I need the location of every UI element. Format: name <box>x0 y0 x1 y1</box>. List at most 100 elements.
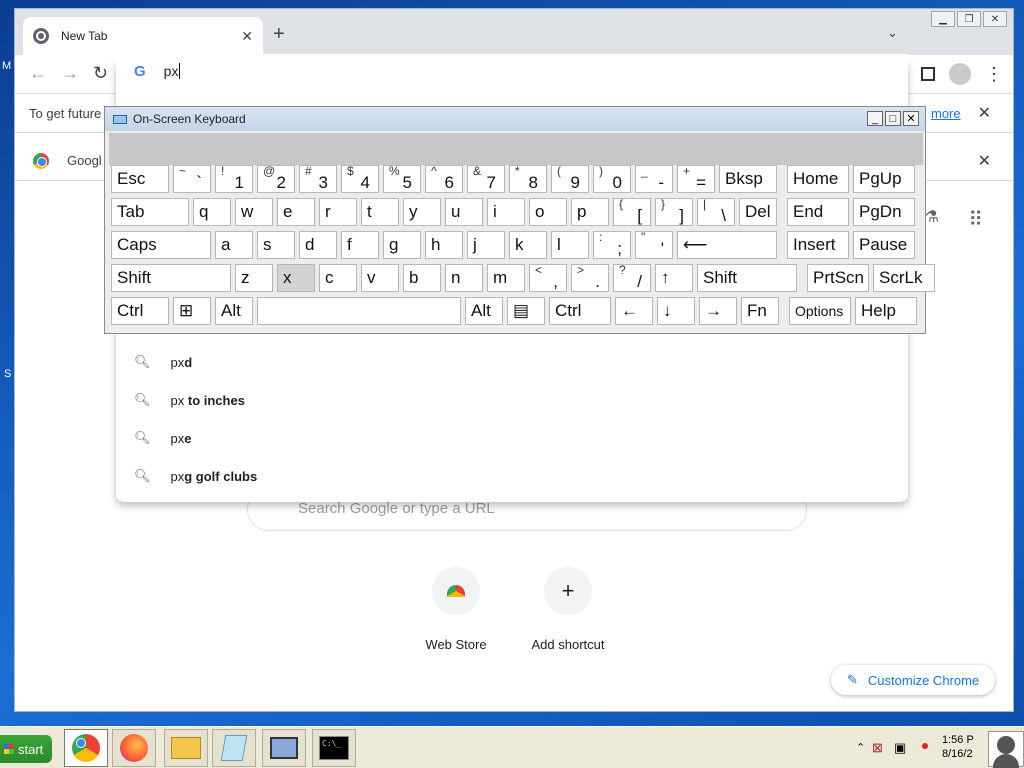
key-b[interactable]: b <box>403 264 441 292</box>
key-4[interactable]: $4 <box>341 164 379 193</box>
infobar-close-icon[interactable]: ✕ <box>978 103 991 123</box>
shortcut-web-store[interactable]: Web Store <box>411 567 501 652</box>
key-1[interactable]: ! 1 <box>215 164 253 193</box>
bookmark-bar-close-icon[interactable]: ✕ <box>978 151 991 171</box>
key-symbol[interactable]: " ' <box>635 230 673 259</box>
key-end[interactable]: End <box>787 198 849 226</box>
alert-icon[interactable] <box>922 743 928 749</box>
key-c[interactable]: c <box>319 264 357 292</box>
close-window-button[interactable]: ✕ <box>983 11 1007 27</box>
key-symbol[interactable]: {[ <box>613 197 651 226</box>
key-bksp[interactable]: Bksp <box>719 165 777 193</box>
key-r[interactable]: r <box>319 198 357 226</box>
key-options[interactable]: Options <box>789 297 851 325</box>
key-alt[interactable]: Alt <box>215 297 253 325</box>
restore-button[interactable]: ❐ <box>957 11 981 27</box>
taskbar-firefox[interactable] <box>112 729 156 767</box>
key-7[interactable]: & 7 <box>467 164 505 193</box>
key-u[interactable]: u <box>445 198 483 226</box>
key-symbol[interactable]: <, <box>529 263 567 292</box>
back-button[interactable]: ← <box>29 63 47 84</box>
suggestion-item[interactable]: 🔍︎ px to inches <box>116 381 908 419</box>
key-5[interactable]: % 5 <box>383 164 421 193</box>
key-scrlk[interactable]: ScrLk <box>873 264 935 292</box>
key-p[interactable]: p <box>571 198 609 226</box>
key-symbol[interactable]: ↑ <box>655 264 693 292</box>
key-pgdn[interactable]: PgDn <box>853 198 915 226</box>
key-d[interactable]: d <box>299 231 337 259</box>
customize-chrome-button[interactable]: ✎ Customize Chrome <box>831 665 995 695</box>
key-symbol[interactable]: _ - <box>635 164 673 193</box>
display-icon[interactable]: ▣ <box>894 740 906 756</box>
key-symbol[interactable]: ⊞ <box>173 297 211 325</box>
key-pgup[interactable]: PgUp <box>853 165 915 193</box>
clock[interactable]: 1:56 P 8/16/2 <box>942 733 974 761</box>
reload-button[interactable]: ↻ <box>93 63 108 84</box>
omnibox[interactable]: G px <box>116 54 908 88</box>
key-a[interactable]: a <box>215 231 253 259</box>
start-button[interactable]: start <box>0 735 52 763</box>
key-prtscn[interactable]: PrtScn <box>807 264 869 292</box>
osk-maximize-button[interactable]: □ <box>885 111 901 126</box>
key-symbol[interactable]: | \ <box>697 197 735 226</box>
key-y[interactable]: y <box>403 198 441 226</box>
new-tab-button[interactable]: + <box>273 23 285 46</box>
bookmark-text[interactable]: Googl <box>67 153 102 168</box>
key-q[interactable]: q <box>193 198 231 226</box>
key-s[interactable]: s <box>257 231 295 259</box>
suggestion-item[interactable]: 🔍︎ px e <box>116 419 908 457</box>
key-3[interactable]: #3 <box>299 164 337 193</box>
key-o[interactable]: o <box>529 198 567 226</box>
key-9[interactable]: (9 <box>551 164 589 193</box>
key-ctrl[interactable]: Ctrl <box>111 297 169 325</box>
suggestion-item[interactable]: 🔍︎ px d <box>116 343 908 381</box>
key-tab[interactable]: Tab <box>111 198 189 226</box>
tab-search-chevron-icon[interactable]: ⌄ <box>887 25 898 41</box>
infobar-learn-more-link[interactable]: more <box>931 106 961 121</box>
profile-avatar[interactable] <box>949 63 971 85</box>
key-help[interactable]: Help <box>855 297 917 325</box>
key-insert[interactable]: Insert <box>787 231 849 259</box>
key-l[interactable]: l <box>551 231 589 259</box>
key-fn[interactable]: Fn <box>741 297 779 325</box>
minimize-button[interactable]: ▁ <box>931 11 955 27</box>
osk-minimize-button[interactable]: _ <box>867 111 883 126</box>
key-m[interactable]: m <box>487 264 525 292</box>
key-esc[interactable]: Esc <box>111 165 169 193</box>
key-v[interactable]: v <box>361 264 399 292</box>
key-symbol[interactable]: }] <box>655 197 693 226</box>
key-x[interactable]: x <box>277 264 315 292</box>
key-caps[interactable]: Caps <box>111 231 211 259</box>
key-symbol[interactable]: ? / <box>613 263 651 292</box>
key-space[interactable] <box>257 297 461 325</box>
side-panel-icon[interactable] <box>921 67 935 81</box>
suggestion-item[interactable]: 🔍︎ px g golf clubs <box>116 457 908 495</box>
tab-new-tab[interactable]: New Tab ✕ <box>23 17 263 55</box>
menu-dots-icon[interactable]: ⋮ <box>985 65 1003 83</box>
apps-grid-icon[interactable]: ⠿ <box>968 207 983 232</box>
key-alt[interactable]: Alt <box>465 297 503 325</box>
key-symbol[interactable]: ~ ` <box>173 164 211 193</box>
key-pause[interactable]: Pause <box>853 231 915 259</box>
network-icon[interactable]: ⊠ <box>872 740 883 756</box>
tray-expand-icon[interactable]: ⌃ <box>856 741 865 754</box>
taskbar-chrome[interactable] <box>64 729 108 767</box>
taskbar-notepad[interactable] <box>212 729 256 767</box>
key-2[interactable]: @2 <box>257 164 295 193</box>
key-t[interactable]: t <box>361 198 399 226</box>
key-e[interactable]: e <box>277 198 315 226</box>
key-shift[interactable]: Shift <box>111 264 231 292</box>
key-symbol[interactable]: ↓ <box>657 297 695 325</box>
key-shift[interactable]: Shift <box>697 264 797 292</box>
taskbar-cmd[interactable]: C:\_ <box>312 729 356 767</box>
key-z[interactable]: z <box>235 264 273 292</box>
forward-button[interactable]: → <box>61 63 79 84</box>
key-i[interactable]: i <box>487 198 525 226</box>
key-symbol[interactable]: :; <box>593 230 631 259</box>
osk-title-bar[interactable]: On-Screen Keyboard <box>105 107 925 131</box>
omnibox-input[interactable]: px <box>164 63 179 79</box>
key-k[interactable]: k <box>509 231 547 259</box>
labs-flask-icon[interactable]: ⚗ <box>925 207 939 227</box>
key-w[interactable]: w <box>235 198 273 226</box>
key-symbol[interactable]: ⟵ <box>677 231 777 259</box>
